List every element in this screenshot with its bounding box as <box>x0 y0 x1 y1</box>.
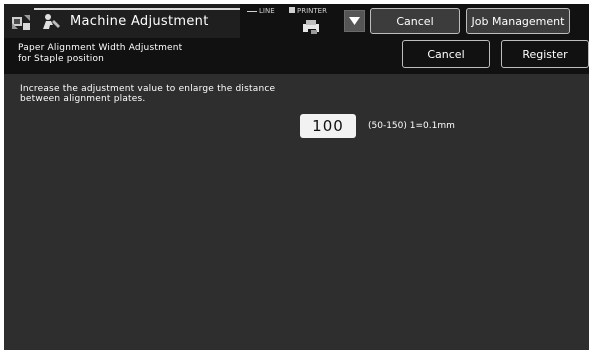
triangle-down-icon <box>349 17 360 25</box>
adjustment-title-line1: Paper Alignment Width Adjustment <box>18 43 183 53</box>
adjustment-value-field[interactable]: 100 <box>300 114 356 138</box>
page-title: Machine Adjustment <box>70 14 209 29</box>
dropdown-button[interactable] <box>344 10 365 32</box>
register-button[interactable]: Register <box>501 40 589 68</box>
description-line2: between alignment plates. <box>20 93 146 104</box>
person-icon <box>43 14 60 29</box>
job-management-button[interactable]: Job Management <box>466 8 570 34</box>
printer-label: PRINTER <box>297 7 327 15</box>
title-rule <box>34 8 240 10</box>
printer-status-mark <box>289 7 295 13</box>
printer-status-icon <box>303 20 319 34</box>
adjustment-title-line2: for Staple position <box>18 54 105 64</box>
line-status-mark <box>247 11 257 12</box>
line-indicator: LINE <box>247 7 275 15</box>
line-label: LINE <box>259 7 275 15</box>
adjustment-title: Paper Alignment Width Adjustment for Sta… <box>18 43 182 65</box>
screen: Machine Adjustment LINE PRINTER Cancel J… <box>4 4 589 350</box>
top-bar: Machine Adjustment LINE PRINTER Cancel J… <box>4 4 589 39</box>
adjustment-cancel-button[interactable]: Cancel <box>402 40 490 68</box>
cancel-button[interactable]: Cancel <box>370 8 460 34</box>
machine-adjustment-icon[interactable] <box>10 11 32 33</box>
printer-indicator: PRINTER <box>289 7 327 15</box>
description: Increase the adjustment value to enlarge… <box>20 84 275 104</box>
value-range-hint: (50-150) 1=0.1mm <box>368 121 455 131</box>
